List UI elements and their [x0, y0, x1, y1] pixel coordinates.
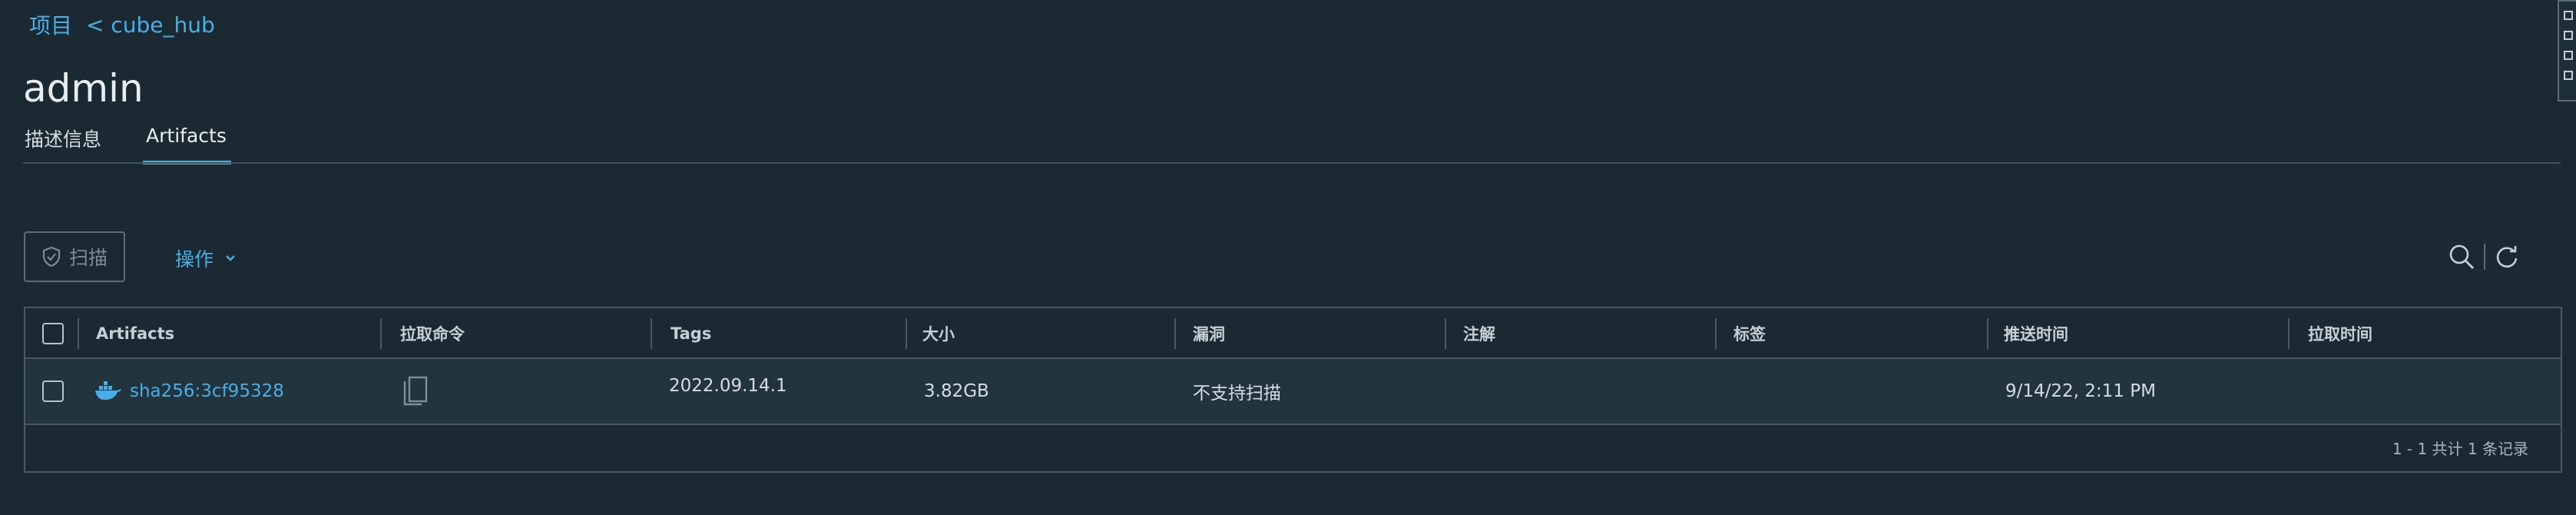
scan-button[interactable]: 扫描: [24, 231, 125, 282]
docker-icon: [95, 381, 121, 400]
app-root: 项目 < cube_hub admin 描述信息 Artifacts 扫描 操作: [0, 0, 2576, 515]
column-separator: [1715, 318, 1717, 349]
column-separator: [1445, 318, 1446, 349]
column-separator: [2288, 318, 2290, 349]
table-row[interactable]: sha256:3cf95328 2022.09.14.1 3.82GB 不支持扫…: [25, 359, 2561, 425]
artifacts-table: Artifacts 拉取命令 Tags 大小 漏洞 注解 标签 推送时间 拉取时…: [24, 307, 2562, 473]
column-header-pull-time[interactable]: 拉取时间: [2308, 308, 2372, 359]
shield-check-icon: [42, 246, 61, 267]
chevron-down-icon: [226, 255, 235, 261]
column-separator: [651, 318, 652, 349]
tab-artifacts[interactable]: Artifacts: [143, 125, 231, 164]
column-header-size[interactable]: 大小: [922, 308, 955, 359]
column-header-pull-command[interactable]: 拉取命令: [400, 308, 465, 359]
column-separator: [78, 318, 79, 349]
panel-glyph-icon: [2564, 11, 2573, 20]
column-header-annotations[interactable]: 注解: [1463, 308, 1495, 359]
table-header: Artifacts 拉取命令 Tags 大小 漏洞 注解 标签 推送时间 拉取时…: [25, 308, 2561, 359]
pagination-summary: 1 - 1 共计 1 条记录: [2392, 440, 2528, 458]
tool-separator: [2484, 244, 2485, 270]
actions-dropdown[interactable]: 操作: [175, 244, 237, 272]
panel-glyph-icon: [2564, 51, 2573, 60]
panel-glyph-icon: [2564, 71, 2573, 80]
panel-glyph-icon: [2564, 31, 2573, 40]
row-select-cell: [42, 359, 64, 424]
column-header-push-time[interactable]: 推送时间: [2004, 308, 2068, 359]
grid-tools: [2447, 242, 2521, 271]
page-title: admin: [23, 66, 144, 111]
push-time-cell: 9/14/22, 2:11 PM: [2005, 381, 2156, 401]
tags-cell: 2022.09.14.1: [669, 376, 787, 396]
column-header-labels[interactable]: 标签: [1733, 308, 1766, 359]
column-header-vulnerabilities[interactable]: 漏洞: [1193, 308, 1225, 359]
column-header-tags[interactable]: Tags: [670, 308, 711, 359]
search-icon[interactable]: [2447, 242, 2476, 271]
actions-dropdown-label: 操作: [175, 248, 214, 271]
row-checkbox[interactable]: [42, 380, 64, 402]
pull-command-cell: [402, 359, 429, 424]
select-all-checkbox[interactable]: [42, 323, 64, 344]
refresh-icon[interactable]: [2493, 243, 2521, 271]
column-separator: [1987, 318, 1988, 349]
tab-bar: 描述信息 Artifacts: [25, 125, 231, 164]
copy-icon[interactable]: [402, 375, 429, 407]
breadcrumb: 项目 < cube_hub: [29, 9, 215, 40]
tab-description[interactable]: 描述信息: [25, 125, 101, 163]
column-separator: [1174, 318, 1176, 349]
size-cell: 3.82GB: [924, 381, 989, 401]
artifact-digest-link[interactable]: sha256:3cf95328: [130, 381, 284, 401]
side-panel-toggle[interactable]: [2558, 0, 2576, 101]
scan-button-label: 扫描: [68, 247, 108, 269]
breadcrumb-separator: <: [86, 12, 104, 38]
column-separator: [906, 318, 907, 349]
breadcrumb-project-label: cube_hub: [111, 12, 215, 38]
breadcrumb-projects-link[interactable]: 项目: [29, 9, 72, 40]
column-separator: [380, 318, 382, 349]
vulnerabilities-cell: 不支持扫描: [1193, 384, 1281, 404]
column-header-artifacts[interactable]: Artifacts: [96, 308, 174, 359]
tabs-divider: [23, 162, 2561, 164]
artifact-cell: sha256:3cf95328: [94, 359, 284, 424]
select-all-cell: [42, 308, 64, 359]
breadcrumb-project[interactable]: < cube_hub: [86, 12, 215, 38]
